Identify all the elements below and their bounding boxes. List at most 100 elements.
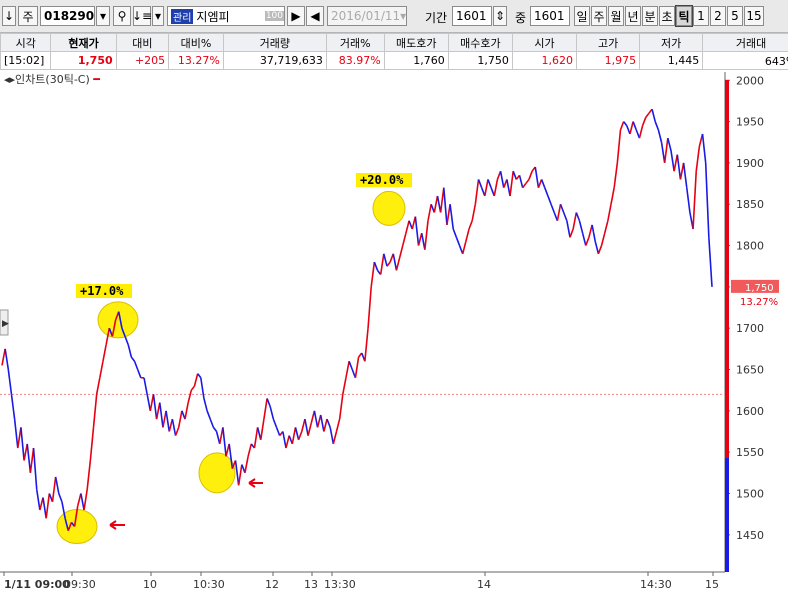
tab-1[interactable]: 주 (591, 6, 607, 26)
tick-chart[interactable]: 1450150015501600165017001750180018501900… (0, 71, 788, 594)
current-price-text: 1,750 (745, 283, 774, 294)
quote-header-cell: 거래대 (702, 33, 788, 52)
y-tick-label: 1850 (736, 198, 764, 211)
quote-value-cell: [15:02] (0, 51, 52, 70)
volume-up-bar (725, 80, 729, 458)
quote-value-cell: 1,620 (511, 51, 578, 70)
tab-7[interactable]: 1 (693, 6, 709, 26)
count-value: 1601 (534, 9, 565, 23)
tab-6[interactable]: 틱 (675, 5, 693, 27)
current-change-text: 13.27% (740, 297, 778, 308)
quote-value-cell: 1,975 (576, 51, 641, 70)
quote-header-cell: 시각 (0, 33, 52, 52)
quote-value-cell: 13.27% (168, 51, 224, 70)
x-tick-label: 09:30 (64, 578, 96, 591)
x-tick-label: 10 (143, 578, 157, 591)
date-picker[interactable]: 2016/01/11 ▾ (327, 6, 407, 26)
pct-label: +20.0% (360, 173, 404, 187)
period-spin-button[interactable]: ⇕ (493, 6, 507, 26)
toolbar: ↓ 주 018290 ▾ ⚲ ↓≡ ▾ 관리 지엠피 100 ▶ ◀ 2016/… (0, 0, 788, 33)
quote-header-cell: 매수호가 (447, 33, 513, 52)
scroll-arrow-icon: ▶ (2, 319, 9, 329)
y-tick-label: 1500 (736, 487, 764, 500)
stock-code-value: 018290 (44, 9, 95, 23)
chevron-down-icon: ▾ (154, 9, 162, 23)
play-back-icon[interactable]: ◀ (306, 6, 324, 26)
stock-name-field[interactable]: 관리 지엠피 100 (167, 6, 285, 26)
highlight-circle (198, 452, 236, 494)
indicator-name: 인차트(30틱-C) (15, 73, 90, 86)
market-mode-button[interactable]: 주 (18, 6, 38, 26)
x-tick-label: 14 (477, 578, 491, 591)
y-tick-label: 1900 (736, 157, 764, 170)
x-tick-label: 1/11 09:00 (4, 578, 70, 591)
tab-10[interactable]: 15 (744, 6, 764, 26)
tab-5[interactable]: 초 (659, 6, 675, 26)
quote-header-row: 시각 현재가 대비 대비% 거래량 거래% 매도호가 매수호가 시가 고가 저가 거래대 (0, 33, 788, 52)
quote-value-cell: 643억 (702, 51, 788, 70)
quote-value-cell: 1,760 (383, 51, 449, 70)
y-tick-label: 1650 (736, 364, 764, 377)
stock-name: 지엠피 (196, 9, 230, 24)
ratio-box: 100 (264, 11, 284, 21)
x-tick-label: 14:30 (640, 578, 672, 591)
y-tick-label: 1700 (736, 322, 764, 335)
quote-header-cell: 저가 (639, 33, 704, 52)
chevron-down-icon: ▾ (400, 9, 407, 23)
y-tick-label: 1800 (736, 240, 764, 253)
nav-arrows-icon[interactable]: ◂▸ (4, 73, 15, 86)
tab-8[interactable]: 2 (710, 6, 726, 26)
y-tick-label: 1950 (736, 116, 764, 129)
x-tick-label: 12 (265, 578, 279, 591)
search-icon[interactable]: ⚲ (113, 6, 131, 26)
count-label: 중 (515, 11, 527, 25)
y-tick-label: 2000 (736, 74, 764, 87)
quote-value-cell: 83.97% (325, 51, 385, 70)
quote-value-cell: 1,445 (639, 51, 704, 70)
tab-9[interactable]: 5 (727, 6, 743, 26)
quote-header-cell: 고가 (576, 33, 641, 52)
play-forward-icon[interactable]: ▶ (287, 6, 305, 26)
quote-value-row: [15:02] 1,750 +205 13.27% 37,719,633 83.97% 1,… (0, 51, 788, 70)
highlight-circle (372, 190, 406, 226)
count-input[interactable]: 1601 (530, 6, 570, 26)
period-value: 1601 (456, 9, 487, 23)
period-input[interactable]: 1601 (452, 6, 492, 26)
management-badge: 관리 (171, 8, 194, 24)
quote-header-cell: 매도호가 (383, 33, 449, 52)
volume-down-bar (725, 458, 729, 572)
tab-3[interactable]: 년 (625, 6, 641, 26)
tab-0[interactable]: 일 (574, 6, 590, 26)
x-tick-label: 15 (705, 578, 719, 591)
quote-header-cell: 거래% (325, 33, 385, 52)
highlight-circle (97, 301, 139, 339)
tab-4[interactable]: 분 (642, 6, 658, 26)
quote-header-cell: 거래량 (222, 33, 327, 52)
stock-code-input[interactable]: 018290 (40, 6, 95, 26)
x-tick-label: 13 (304, 578, 318, 591)
arrow-down-icon[interactable]: ↓ (2, 6, 16, 26)
quote-header-cell: 현재가 (50, 33, 117, 52)
quote-value-cell: 1,750 (50, 51, 117, 70)
market-mode-label: 주 (22, 9, 34, 24)
period-label: 기간 (425, 11, 448, 25)
x-tick-label: 13:30 (324, 578, 356, 591)
tab-2[interactable]: 월 (608, 6, 624, 26)
quote-value-cell: 1,750 (447, 51, 513, 70)
list-dropdown-button[interactable]: ▾ (152, 6, 164, 26)
quote-header-cell: 대비% (168, 33, 224, 52)
quote-value-cell: +205 (115, 51, 170, 70)
y-tick-label: 1450 (736, 529, 764, 542)
legend-line-icon: ━ (89, 73, 100, 86)
indicator-label: ◂▸인차트(30틱-C) ━ (4, 71, 100, 87)
code-dropdown-button[interactable]: ▾ (96, 6, 110, 26)
quote-header-cell: 시가 (511, 33, 578, 52)
sort-icon[interactable]: ↓≡ (132, 6, 152, 26)
y-tick-label: 1550 (736, 446, 764, 459)
date-value: 2016/01/11 (331, 9, 401, 23)
quote-table: 시각 현재가 대비 대비% 거래량 거래% 매도호가 매수호가 시가 고가 저가 거래대 [15:02… (0, 33, 788, 71)
pct-label: +17.0% (80, 284, 124, 298)
quote-value-cell: 37,719,633 (222, 51, 327, 70)
x-tick-label: 10:30 (193, 578, 225, 591)
y-tick-label: 1600 (736, 405, 764, 418)
